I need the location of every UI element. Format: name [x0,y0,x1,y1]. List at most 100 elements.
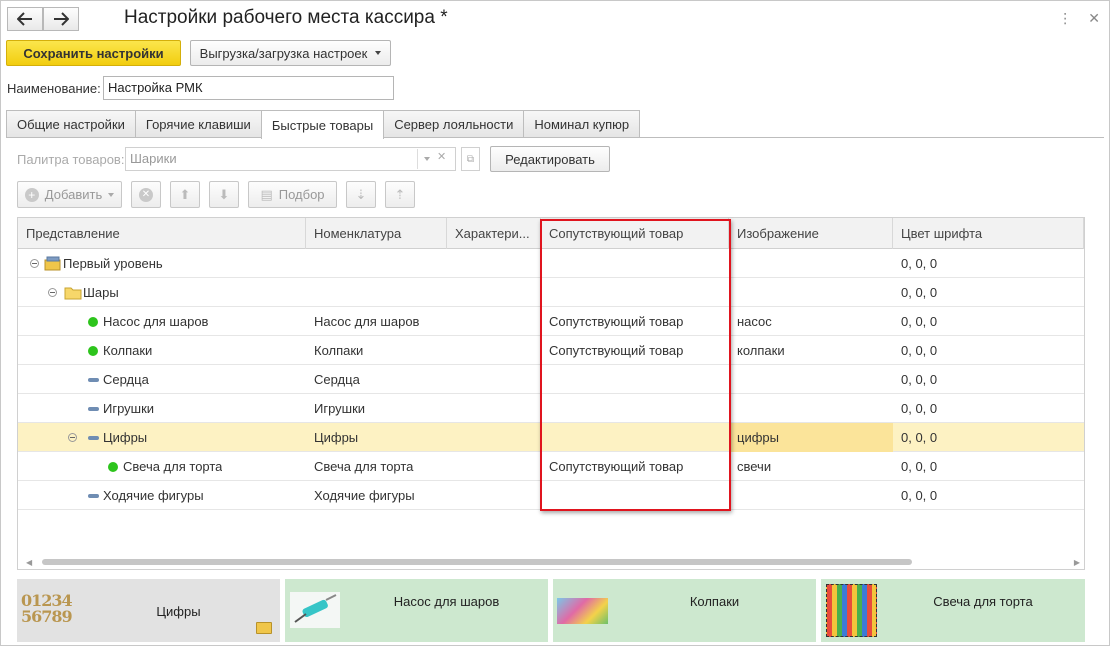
column-header-presentation[interactable]: Представление [18,218,306,249]
column-header-nomenclature[interactable]: Номенклатура [306,218,447,249]
palette-tile-pump[interactable]: Насос для шаров [285,579,548,642]
palette-tile-label: Насос для шаров [393,594,500,609]
scroll-right-icon[interactable]: ▶ [1074,558,1080,567]
scrollbar-thumb[interactable] [42,559,912,565]
column-header-characteristic[interactable]: Характери... [447,218,541,249]
dropdown-icon[interactable] [417,149,435,169]
back-button[interactable] [7,7,43,31]
green-dot-icon [88,336,98,365]
table-row[interactable]: Цифры Цифры цифры 0, 0, 0 [18,423,1084,452]
candles-picture [826,584,877,637]
more-icon[interactable]: ⋮ [1058,10,1072,27]
cell-image: свечи [737,459,772,474]
cell-characteristic [447,249,541,278]
cell-nomenclature: Ходячие фигуры [314,488,415,503]
tab-hotkeys[interactable]: Горячие клавиши [134,110,262,138]
goods-table: Представление Номенклатура Характери... … [17,217,1085,570]
table-row[interactable]: Шары 0, 0, 0 [18,278,1084,307]
cell-nomenclature: Колпаки [314,343,364,358]
cell-font-color: 0, 0, 0 [901,459,938,474]
cell-font-color: 0, 0, 0 [901,314,938,329]
collapse-toggle-icon[interactable] [30,249,39,278]
table-row[interactable]: Колпаки Колпаки Сопутствующий товар колпаки… [18,336,1084,365]
select-button[interactable]: ▤ Подбор [248,181,337,208]
table-row[interactable]: Сердца Сердца 0, 0, 0 [18,365,1084,394]
move-up-button[interactable]: ⬆ [170,181,200,208]
cell-presentation: Свеча для торта [123,459,223,474]
cell-font-color: 0, 0, 0 [901,285,938,300]
list-icon: ▤ [260,186,273,202]
cell-image: насос [737,314,772,329]
tab-general[interactable]: Общие настройки [6,110,136,138]
dash-icon [88,481,99,510]
edit-button[interactable]: Редактировать [490,146,610,172]
sort-desc-button[interactable]: ⇡ [385,181,415,208]
open-icon[interactable]: ⧉ [461,147,480,171]
cell-nomenclature [306,278,447,307]
table-row[interactable]: Насос для шаров Насос для шаров Сопутствую… [18,307,1084,336]
export-import-button[interactable]: Выгрузка/загрузка настроек [190,40,391,66]
cell-characteristic [447,452,541,481]
tab-bar: Общие настройки Горячие клавиши Быстрые … [6,110,641,139]
horizontal-scrollbar[interactable]: ◀ ▶ [18,555,1084,569]
cell-presentation: Первый уровень [63,256,163,271]
cell-nomenclature: Сердца [314,372,360,387]
pump-picture [290,592,340,628]
cell-related [541,423,729,452]
table-row[interactable]: Свеча для торта Свеча для торта Сопутствую… [18,452,1084,481]
table-row[interactable]: Ходячие фигуры Ходячие фигуры 0, 0, 0 [18,481,1084,510]
table-row[interactable]: Игрушки Игрушки 0, 0, 0 [18,394,1084,423]
palette-tile-digits[interactable]: 01234 56789 Цифры [17,579,280,642]
cell-font-color: 0, 0, 0 [901,401,938,416]
cell-nomenclature [306,249,447,278]
cell-presentation: Колпаки [103,343,153,358]
save-button[interactable]: Сохранить настройки [6,40,181,66]
palette-tile-candles[interactable]: Свеча для торта [821,579,1085,642]
close-icon[interactable]: ✕ [1088,10,1100,27]
cell-related [541,481,729,510]
palette-tile-label: Цифры [156,604,201,619]
palette-tile-caps[interactable]: Колпаки [553,579,816,642]
window-controls: ⋮ ✕ [1058,10,1100,27]
collapse-toggle-icon[interactable] [68,423,77,452]
forward-button[interactable] [43,7,79,31]
cell-presentation: Насос для шаров [103,314,209,329]
add-button[interactable]: + Добавить [17,181,122,208]
sort-desc-icon: ⇡ [394,186,406,202]
add-label: Добавить [44,187,103,202]
cell-nomenclature: Игрушки [314,401,366,416]
cell-characteristic [447,394,541,423]
cell-characteristic [447,423,541,452]
cell-font-color: 0, 0, 0 [901,488,938,503]
clear-icon[interactable]: ✕ [437,150,446,163]
tab-loyalty-server[interactable]: Сервер лояльности [383,110,525,138]
cell-related: Сопутствующий товар [549,314,684,329]
arrow-right-icon [54,12,69,26]
chevron-down-icon [375,51,382,55]
page-title: Настройки рабочего места кассира * [124,7,448,28]
column-header-image[interactable]: Изображение [729,218,893,249]
column-header-related[interactable]: Сопутствующий товар [541,218,729,249]
dash-icon [88,394,99,423]
collapse-toggle-icon[interactable] [48,278,57,307]
green-dot-icon [108,452,118,481]
cell-presentation: Игрушки [103,401,155,416]
cell-related: Сопутствующий товар [549,343,684,358]
table-row[interactable]: Первый уровень 0, 0, 0 [18,249,1084,278]
palette-tile-label: Свеча для торта [933,594,1033,609]
column-header-font-color[interactable]: Цвет шрифта [893,218,1084,249]
name-input[interactable]: Настройка РМК [103,76,394,100]
tab-quick-goods[interactable]: Быстрые товары [260,110,385,139]
folder-icon [64,278,82,307]
cell-presentation: Ходячие фигуры [103,488,204,503]
move-down-button[interactable]: ⬇ [209,181,239,208]
sort-asc-icon: ⇣ [355,186,367,202]
sort-asc-button[interactable]: ⇣ [346,181,376,208]
arrow-down-icon: ⬇ [218,186,230,202]
arrow-up-icon: ⬆ [179,186,191,202]
scroll-left-icon[interactable]: ◀ [26,558,32,567]
palette-input[interactable]: Шарики [125,147,456,171]
delete-button[interactable]: ✕ [131,181,161,208]
tab-banknotes[interactable]: Номинал купюр [523,110,641,138]
delete-icon: ✕ [139,187,153,202]
